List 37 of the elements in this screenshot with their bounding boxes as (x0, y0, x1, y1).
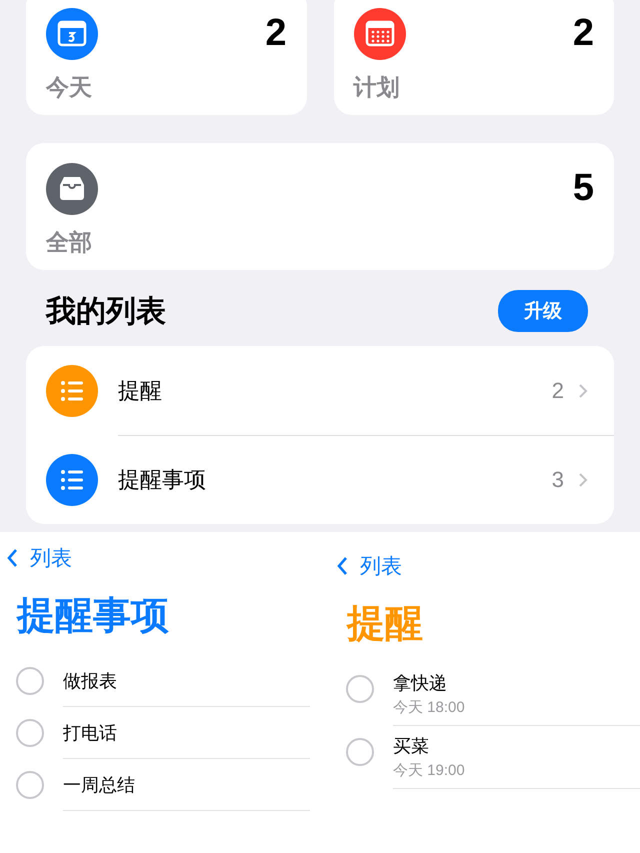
back-button[interactable]: 列表 (0, 544, 78, 572)
count: 5 (572, 166, 594, 207)
due-time: 今天 18:00 (393, 698, 466, 717)
section-title: 我的列表 (46, 294, 166, 330)
chevron-icon (578, 382, 588, 398)
due-time: 今天 19:00 (393, 761, 466, 780)
count: 2 (572, 11, 594, 52)
list-row[interactable]: 提醒事项 3 (26, 435, 614, 524)
checkbox[interactable] (16, 719, 44, 747)
checkbox[interactable] (16, 771, 44, 799)
checkbox[interactable] (16, 667, 44, 695)
count: 2 (265, 11, 286, 52)
smart-list-label: 今天 (46, 73, 93, 102)
checkbox[interactable] (346, 675, 374, 703)
smart-list-card[interactable]: 5 全部 (26, 143, 614, 270)
list-row[interactable]: 提醒 2 (26, 346, 614, 435)
list-title: 提醒 (347, 602, 424, 647)
reminder-title: 拿快递 (393, 672, 448, 695)
smart-list-label: 计划 (354, 73, 400, 102)
upgrade-button[interactable]: 升级 (498, 290, 588, 332)
count: 3 (552, 467, 564, 493)
count: 2 (552, 378, 564, 404)
smart-list-card[interactable]: 2 计划 (334, 0, 614, 115)
reminder-title: 做报表 (63, 670, 118, 692)
smart-list-card[interactable]: 2 今天 (26, 0, 306, 115)
reminder-title: 打电话 (63, 722, 118, 744)
smart-list-label: 全部 (46, 228, 93, 257)
back-button[interactable]: 列表 (330, 552, 408, 580)
list-name: 提醒事项 (118, 466, 207, 494)
chevron-icon (578, 472, 588, 488)
reminder-title: 一周总结 (63, 774, 136, 796)
reminder-title: 买菜 (393, 735, 430, 758)
list-name: 提醒 (118, 376, 163, 404)
back-chevron-icon (6, 548, 18, 568)
checkbox[interactable] (346, 738, 374, 766)
list-title: 提醒事项 (17, 594, 170, 639)
back-chevron-icon (336, 556, 348, 576)
